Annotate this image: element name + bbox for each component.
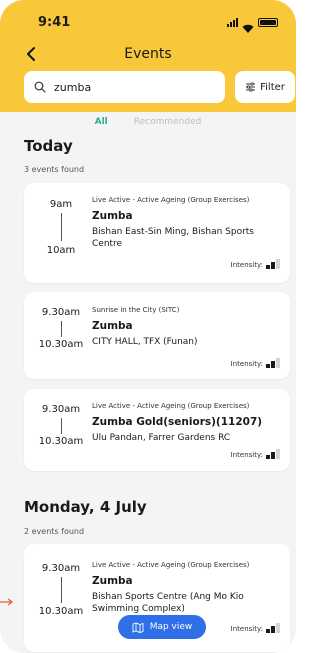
intensity-indicator: Intensity: <box>231 259 280 269</box>
status-time: 9:41 <box>38 14 71 30</box>
intensity-label: Intensity: <box>230 625 263 633</box>
section-title-today: Today <box>24 137 73 155</box>
event-organiser: Live Active - Active Ageing (Group Exerc… <box>92 561 250 569</box>
event-end-time: 10am <box>46 245 76 256</box>
event-start-time: 9.30am <box>41 307 81 318</box>
phone-screen: 9:41 Events zumba Filter All Recommended… <box>0 0 296 653</box>
map-icon <box>132 622 144 633</box>
intensity-bars-icon <box>266 259 280 269</box>
event-activity: Zumba <box>92 210 133 222</box>
time-connector <box>61 321 62 337</box>
event-end-time: 10.30am <box>38 606 84 617</box>
filter-label: Filter <box>260 81 285 93</box>
event-organiser: Live Active - Active Ageing (Group Exerc… <box>92 402 250 410</box>
intensity-label: Intensity: <box>230 261 263 269</box>
event-info: Live Active - Active Ageing (Group Exerc… <box>92 561 282 615</box>
tab-all[interactable]: All <box>95 117 108 127</box>
status-bar: 9:41 <box>38 14 278 33</box>
event-activity: Zumba <box>92 320 133 332</box>
intensity-label: Intensity: <box>230 451 263 459</box>
tab-recommended[interactable]: Recommended <box>134 117 202 127</box>
nav-row: Events <box>0 42 296 66</box>
event-location: Bishan East-Sin Ming, Bishan Sports Cent… <box>92 227 254 249</box>
filter-button[interactable]: Filter <box>235 71 295 103</box>
wifi-icon <box>242 18 254 33</box>
pointer-arrow-icon <box>0 598 14 606</box>
event-start-time: 9.30am <box>41 404 81 415</box>
event-activity: Zumba <box>92 575 133 587</box>
search-value: zumba <box>54 80 92 94</box>
event-activity: Zumba Gold(seniors)(11207) <box>92 416 263 428</box>
events-count-today: 3 events found <box>24 165 85 174</box>
event-location: Bishan Sports Centre (Ang Mo Kio Swimmin… <box>92 592 244 614</box>
event-card[interactable]: 9.30am 10.30am Sunrise in the City (SITC… <box>24 292 290 379</box>
search-input[interactable]: zumba <box>24 71 225 103</box>
event-end-time: 10.30am <box>38 436 84 447</box>
event-info: Live Active - Active Ageing (Group Exerc… <box>92 402 282 444</box>
page-title: Events <box>124 46 172 62</box>
event-info: Live Active - Active Ageing (Group Exerc… <box>92 196 282 250</box>
intensity-indicator: Intensity: <box>231 449 280 459</box>
battery-icon <box>258 17 278 27</box>
intensity-bars-icon <box>266 449 280 459</box>
event-start-time: 9am <box>49 199 73 210</box>
sliders-icon <box>246 82 256 92</box>
map-view-button[interactable]: Map view <box>118 615 206 639</box>
time-connector <box>61 577 62 603</box>
time-connector <box>61 213 62 241</box>
intensity-indicator: Intensity: <box>231 358 280 368</box>
header-bar: 9:41 Events zumba Filter <box>0 0 296 112</box>
time-connector <box>61 418 62 434</box>
event-info: Sunrise in the City (SITC) Zumba CITY HA… <box>92 306 282 348</box>
section-title-monday: Monday, 4 July <box>24 498 147 516</box>
intensity-label: Intensity: <box>230 360 263 368</box>
events-count-monday: 2 events found <box>24 527 85 536</box>
map-view-label: Map view <box>149 622 193 632</box>
intensity-bars-icon <box>266 623 280 633</box>
event-card[interactable]: 9am 10am Live Active - Active Ageing (Gr… <box>24 183 290 283</box>
event-organiser: Live Active - Active Ageing (Group Exerc… <box>92 196 250 204</box>
event-location: Ulu Pandan, Farrer Gardens RC <box>92 433 231 443</box>
intensity-indicator: Intensity: <box>231 623 280 633</box>
event-start-time: 9.30am <box>41 563 81 574</box>
tab-bar: All Recommended <box>0 117 296 127</box>
event-card[interactable]: 9.30am 10.30am Live Active - Active Agei… <box>24 389 290 471</box>
search-icon <box>34 81 46 93</box>
intensity-bars-icon <box>266 358 280 368</box>
signal-icon <box>227 17 238 27</box>
event-organiser: Sunrise in the City (SITC) <box>92 306 180 314</box>
event-location: CITY HALL, TFX (Funan) <box>92 337 198 347</box>
event-end-time: 10.30am <box>38 339 84 350</box>
status-icons <box>227 17 278 33</box>
